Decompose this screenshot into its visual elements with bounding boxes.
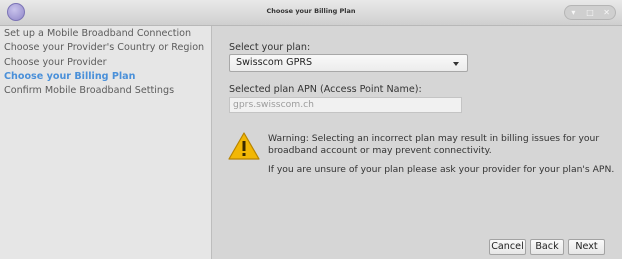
maximize-icon[interactable]: □: [583, 8, 597, 17]
step-country: Choose your Provider's Country or Region: [4, 42, 205, 54]
window-title: Choose your Billing Plan: [266, 7, 356, 15]
plan-label: Select your plan:: [229, 42, 311, 53]
warning-text: Warning: Selecting an incorrect plan may…: [268, 133, 600, 156]
step-confirm: Confirm Mobile Broadband Settings: [4, 85, 175, 97]
title-bar[interactable]: Choose your Billing Plan ▾ □ ✕: [0, 0, 622, 26]
step-billing-plan: Choose your Billing Plan: [4, 70, 136, 82]
dialog-window: Choose your Billing Plan ▾ □ ✕ Set up a …: [0, 0, 622, 259]
steps-sidebar: Set up a Mobile Broadband Connection Cho…: [0, 26, 212, 259]
step-provider: Choose your Provider: [4, 56, 107, 68]
back-button[interactable]: Back: [530, 239, 564, 255]
plan-select-value: Swisscom GPRS: [236, 57, 313, 68]
plan-select[interactable]: Swisscom GPRS: [229, 54, 468, 72]
chevron-down-icon: [453, 62, 459, 66]
help-text: If you are unsure of your plan please as…: [268, 164, 615, 175]
next-button[interactable]: Next: [568, 239, 605, 255]
close-icon[interactable]: ✕: [600, 8, 614, 17]
minimize-icon[interactable]: ▾: [566, 8, 580, 17]
window-controls: ▾ □ ✕: [564, 5, 616, 20]
warning-icon: [228, 132, 260, 160]
cancel-button[interactable]: Cancel: [489, 239, 526, 255]
apn-label: Selected plan APN (Access Point Name):: [229, 84, 422, 95]
apn-field[interactable]: gprs.swisscom.ch: [229, 97, 462, 113]
step-setup: Set up a Mobile Broadband Connection: [4, 28, 192, 39]
